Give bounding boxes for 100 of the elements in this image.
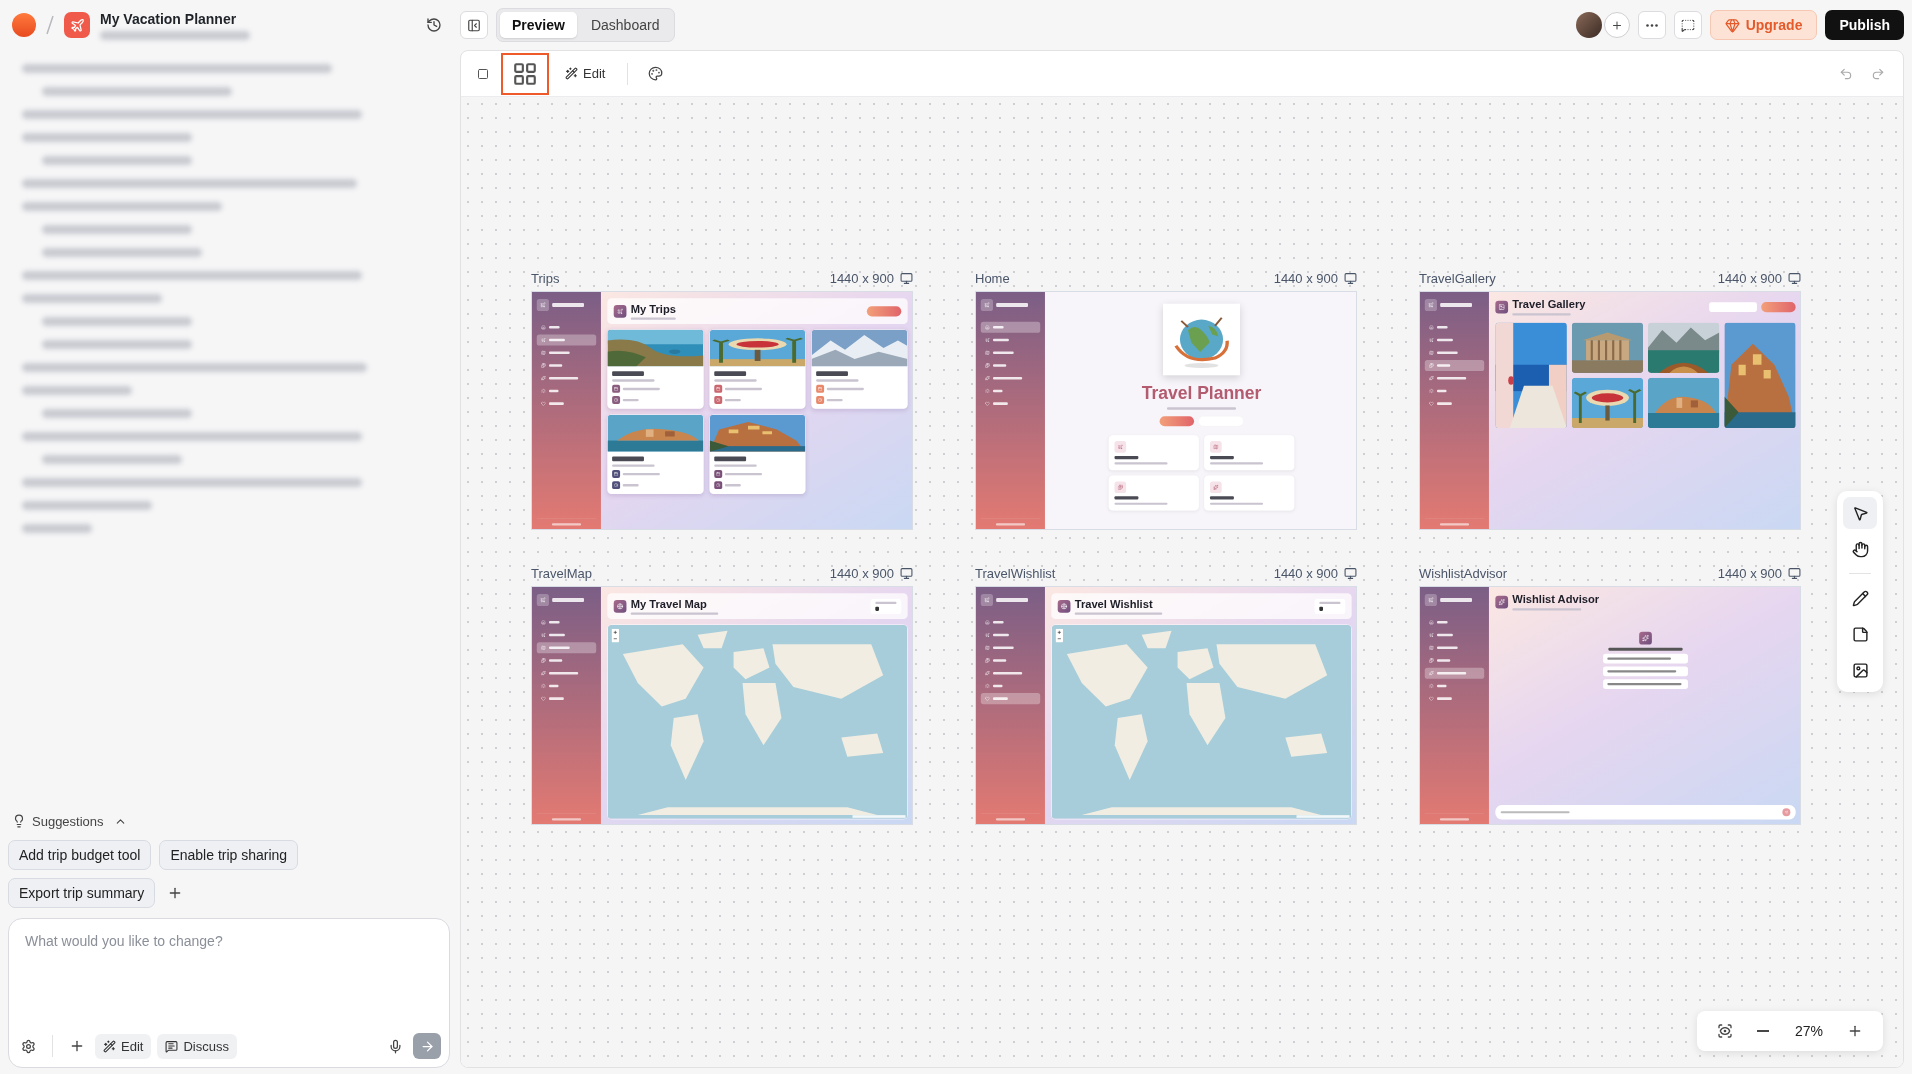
nav-item[interactable] (980, 693, 1041, 705)
user-avatar (1575, 12, 1602, 38)
monitor-icon (900, 271, 913, 285)
tool-button[interactable] (1843, 497, 1877, 529)
edit-mode-button[interactable]: Edit (95, 1033, 152, 1059)
blurred-text (22, 524, 92, 533)
feature-card[interactable] (1108, 435, 1199, 471)
frame-label: TravelWishlist (975, 565, 1056, 581)
nav-item[interactable] (1424, 359, 1485, 372)
invite-button[interactable] (1603, 12, 1630, 38)
frame-size: 1440 x 900 (1717, 270, 1782, 286)
nav-item[interactable] (1424, 667, 1485, 679)
history-icon (426, 17, 442, 33)
nav-item[interactable] (536, 334, 597, 346)
plus-icon (69, 1038, 85, 1054)
monitor-icon (1344, 566, 1357, 580)
nav-item[interactable] (536, 642, 597, 654)
panel-collapse-icon (467, 17, 481, 33)
page-preview[interactable]: Travel Planner (975, 291, 1357, 530)
grid-icon (512, 60, 538, 87)
map-zoom-control[interactable] (1055, 628, 1063, 643)
monitor-icon (900, 566, 913, 580)
plane-icon (613, 304, 627, 318)
edit-button[interactable]: Edit (559, 65, 612, 82)
message-icon (1680, 17, 1695, 33)
wand-icon (103, 1039, 116, 1053)
slash-icon (46, 15, 54, 35)
view-tab[interactable]: Preview (500, 12, 577, 38)
new-trip-button[interactable] (1159, 416, 1195, 427)
send-button[interactable] (413, 1033, 441, 1059)
page-preview[interactable]: Wishlist Advisor (1419, 586, 1801, 825)
new-trip-button[interactable] (866, 306, 902, 317)
microphone-icon (388, 1038, 403, 1054)
monitor-icon (1344, 271, 1357, 285)
message-icon (165, 1039, 179, 1053)
wand-icon (565, 67, 578, 80)
frame-size: 1440 x 900 (829, 565, 894, 581)
suggested-question[interactable] (1603, 679, 1688, 689)
feature-card[interactable] (1204, 435, 1295, 471)
frame-size: 1440 x 900 (829, 270, 894, 286)
chat-input[interactable] (1495, 805, 1796, 820)
sparkles-icon (1639, 631, 1652, 645)
lightbulb-icon (12, 814, 26, 828)
nav-item[interactable] (980, 321, 1041, 333)
pencil-icon (1851, 589, 1869, 607)
sparkles-icon (1495, 595, 1509, 609)
suggested-question[interactable] (1603, 666, 1688, 677)
monitor-icon (1788, 271, 1801, 285)
trip-card[interactable] (811, 329, 908, 409)
image-icon (1851, 661, 1869, 679)
suggestions-heading: Suggestions (32, 813, 104, 829)
page-preview[interactable]: Travel Wishlist (975, 586, 1357, 825)
frame-label: TravelGallery (1419, 270, 1496, 286)
feedback-button[interactable] (1673, 11, 1702, 39)
page-preview[interactable]: My Travel Map (531, 586, 913, 825)
monitor-icon (1788, 566, 1801, 580)
hero-title: Travel Planner (1141, 383, 1262, 404)
publish-button[interactable]: Publish (1825, 10, 1904, 40)
settings-icon (21, 1038, 36, 1054)
prompt-field[interactable]: What would you like to change? Edit Discuss (8, 918, 450, 1068)
frame-size: 1440 x 900 (1273, 565, 1338, 581)
hand-icon (1851, 540, 1869, 558)
page-title: Travel Wishlist (1074, 597, 1154, 611)
page-preview[interactable]: My Trips (531, 291, 913, 530)
frame-label: TravelMap (531, 565, 592, 581)
map-zoom-control[interactable] (611, 628, 619, 643)
page-preview[interactable]: Travel Gallery (1419, 291, 1801, 530)
page-title: Travel Gallery (1512, 298, 1587, 312)
trip-card[interactable] (709, 329, 806, 409)
suggested-question[interactable] (1603, 653, 1688, 664)
collapse-panel-button[interactable] (460, 11, 488, 39)
add-photo-button[interactable] (1761, 301, 1796, 313)
cursor-icon (1851, 504, 1869, 522)
project-title: My Vacation Planner (100, 10, 238, 27)
square-icon (477, 67, 489, 80)
frame-size: 1440 x 900 (1717, 565, 1782, 581)
trip-card[interactable] (607, 329, 704, 409)
image-icon (1495, 300, 1509, 314)
map-attribution (852, 815, 906, 818)
trip-card[interactable] (607, 414, 704, 494)
minus-icon (1757, 1030, 1769, 1032)
feature-card[interactable] (1108, 475, 1199, 511)
suggestion-chip[interactable]: Enable trip sharing (159, 840, 299, 870)
plus-icon (1847, 1023, 1863, 1039)
discuss-mode-button[interactable]: Discuss (157, 1033, 237, 1059)
arrow-right-icon (419, 1038, 435, 1054)
suggestion-chip[interactable]: Add trip budget tool (8, 840, 152, 870)
frame-label: WishlistAdvisor (1419, 565, 1508, 581)
view-tab[interactable]: Dashboard (578, 12, 672, 38)
brand-logo (12, 13, 36, 37)
grid-view-button[interactable] (501, 52, 549, 95)
page-title: My Travel Map (630, 597, 708, 611)
page-title: Wishlist Advisor (1512, 593, 1601, 607)
trip-card[interactable] (709, 414, 806, 494)
palette-icon (648, 66, 664, 81)
zoom-level: 27% (1794, 1023, 1824, 1039)
frame-size: 1440 x 900 (1273, 270, 1338, 286)
feature-card[interactable] (1204, 475, 1295, 511)
suggestion-chip[interactable]: Export trip summary (8, 878, 156, 908)
plane-icon (69, 17, 85, 33)
